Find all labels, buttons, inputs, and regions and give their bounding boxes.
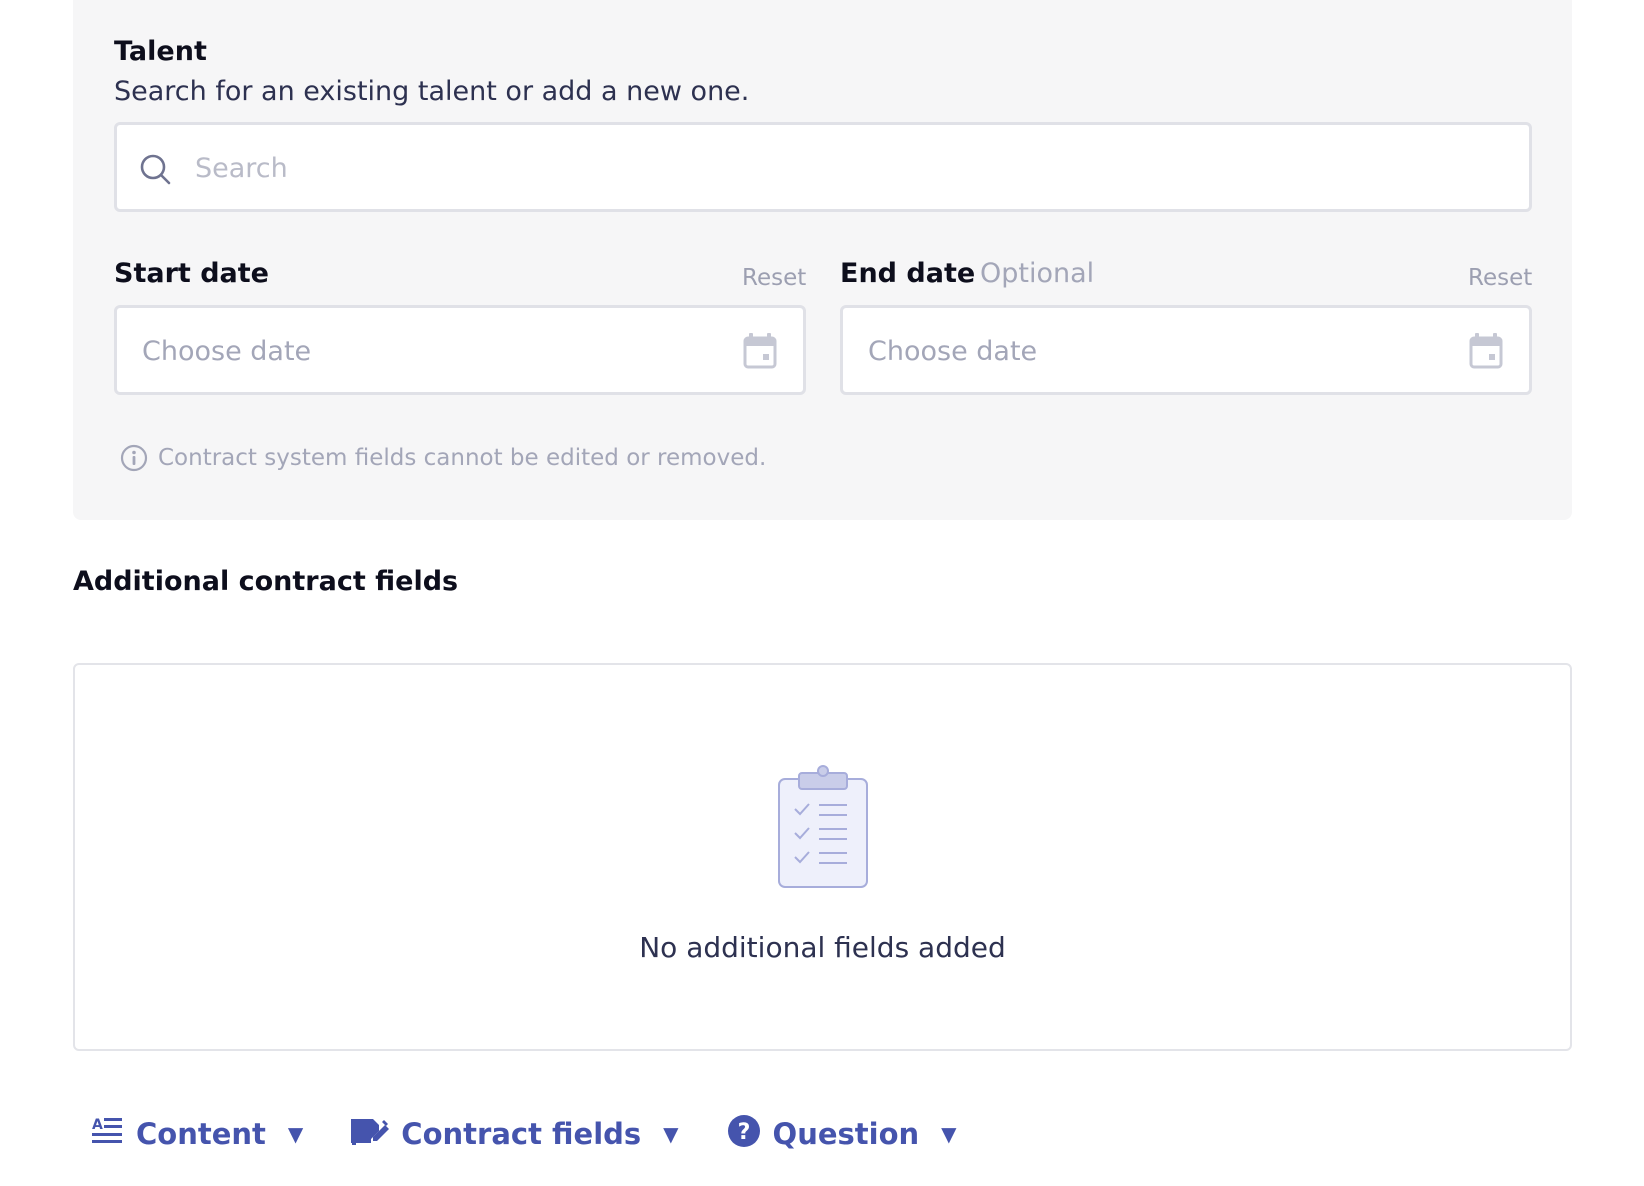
end-date-label: End date <box>840 258 976 289</box>
start-date-label: Start date <box>114 258 269 289</box>
caret-down-icon: ▼ <box>287 1122 304 1146</box>
calendar-icon[interactable] <box>1469 333 1503 369</box>
clipboard-checklist-icon <box>775 765 871 891</box>
start-date-reset-link[interactable]: Reset <box>742 265 806 291</box>
contract-fields-button-label: Contract fields <box>401 1117 642 1151</box>
start-date-input[interactable] <box>142 326 702 376</box>
talent-search-box[interactable] <box>114 122 1532 212</box>
talent-search-input[interactable] <box>195 143 1495 193</box>
additional-fields-empty-state: No additional fields added <box>73 663 1572 1051</box>
start-date-picker[interactable] <box>114 305 806 395</box>
question-button-label: Question <box>772 1117 920 1151</box>
talent-title: Talent <box>114 36 207 67</box>
search-icon <box>139 153 171 185</box>
content-dropdown-button[interactable]: A Content ▼ <box>92 1116 303 1153</box>
text-lines-icon: A <box>92 1116 124 1153</box>
end-date-optional-label: Optional <box>980 258 1095 289</box>
svg-text:A: A <box>92 1117 103 1133</box>
content-button-label: Content <box>136 1117 266 1151</box>
additional-fields-title: Additional contract fields <box>73 566 459 597</box>
caret-down-icon: ▼ <box>663 1122 679 1146</box>
contract-fields-dropdown-button[interactable]: Contract fields ▼ <box>351 1115 679 1154</box>
end-date-input[interactable] <box>868 326 1428 376</box>
calendar-icon[interactable] <box>743 333 777 369</box>
info-icon <box>120 444 148 472</box>
question-dropdown-button[interactable]: ? Question ▼ <box>727 1114 957 1155</box>
end-date-reset-link[interactable]: Reset <box>1468 265 1532 291</box>
system-fields-notice: Contract system fields cannot be edited … <box>120 444 766 472</box>
end-date-picker[interactable] <box>840 305 1532 395</box>
svg-text:?: ? <box>737 1120 750 1145</box>
empty-state-message: No additional fields added <box>639 931 1006 964</box>
caret-down-icon: ▼ <box>941 1122 957 1146</box>
edit-document-icon <box>351 1115 390 1154</box>
system-fields-notice-text: Contract system fields cannot be edited … <box>158 445 767 471</box>
talent-description: Search for an existing talent or add a n… <box>114 76 750 107</box>
add-field-toolbar: A Content ▼ Contract fields ▼ ? Question… <box>92 1110 957 1158</box>
question-circle-icon: ? <box>727 1114 761 1155</box>
